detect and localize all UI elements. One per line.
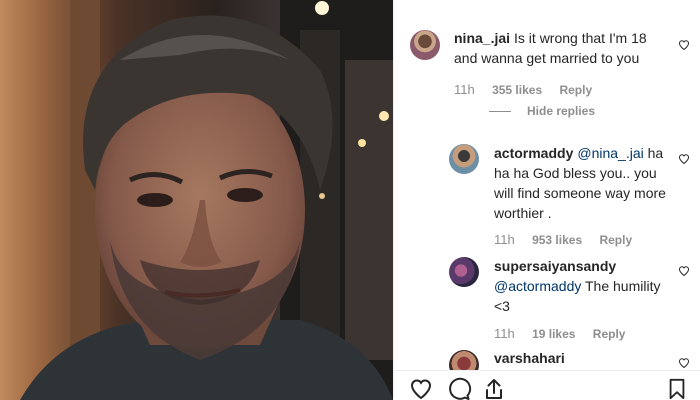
comment-likes[interactable]: 355 likes [492, 83, 542, 97]
heart-icon[interactable] [408, 377, 434, 400]
reply-meta: 11h 19 likes Reply [494, 326, 625, 341]
reply-actormaddy: actormaddy @nina_.jai ha ha ha God bless … [494, 143, 674, 223]
comment-username[interactable]: actormaddy [494, 145, 573, 161]
post-action-bar [394, 370, 700, 400]
comment-username[interactable]: supersaiyansandy [494, 258, 616, 274]
comment-text: ha [643, 145, 664, 161]
comment-username[interactable]: varshahari [494, 350, 565, 366]
comment-username[interactable]: nina_.jai [454, 30, 510, 46]
comment-icon[interactable] [446, 377, 472, 400]
reply-button[interactable]: Reply [593, 327, 626, 341]
heart-icon[interactable] [678, 153, 690, 165]
share-icon[interactable] [482, 377, 506, 400]
avatar[interactable] [449, 257, 479, 287]
reply-meta: 11h 953 likes Reply [494, 232, 632, 247]
heart-icon[interactable] [678, 357, 690, 369]
comment-time: 11h [494, 232, 515, 247]
reply-supersaiyansandy: supersaiyansandy @actormaddy The humilit… [494, 256, 674, 316]
reply-varshahari: varshahari [494, 348, 674, 368]
mention-link[interactable]: @nina_.jai [577, 145, 643, 161]
avatar[interactable] [449, 144, 479, 174]
comment-text: ha ha God bless you.. you [494, 165, 657, 181]
comment-text: worthier . [494, 205, 552, 221]
heart-icon[interactable] [678, 39, 690, 51]
reply-button[interactable]: Reply [599, 233, 632, 247]
hide-replies-button[interactable]: Hide replies [489, 104, 595, 118]
post-photo [0, 0, 393, 400]
comment-likes[interactable]: 19 likes [532, 327, 575, 341]
comment-text: <3 [494, 298, 510, 314]
avatar[interactable] [410, 30, 440, 60]
comment-likes[interactable]: 953 likes [532, 233, 582, 247]
comment-text: will find someone way more [494, 185, 666, 201]
comment-meta: 11h 355 likes Reply [454, 82, 592, 97]
comment-nina: nina_.jai Is it wrong that I'm 18 and wan… [454, 28, 664, 68]
selfie-illustration [0, 0, 393, 400]
bookmark-icon[interactable] [666, 377, 688, 400]
comment-time: 11h [494, 326, 515, 341]
heart-icon[interactable] [678, 265, 690, 277]
comment-time: 11h [454, 82, 475, 97]
reply-button[interactable]: Reply [559, 83, 592, 97]
mention-link[interactable]: @actormaddy [494, 278, 581, 294]
comments-pane: nina_.jai Is it wrong that I'm 18 and wan… [393, 0, 700, 400]
comment-text: The humility [581, 278, 661, 294]
